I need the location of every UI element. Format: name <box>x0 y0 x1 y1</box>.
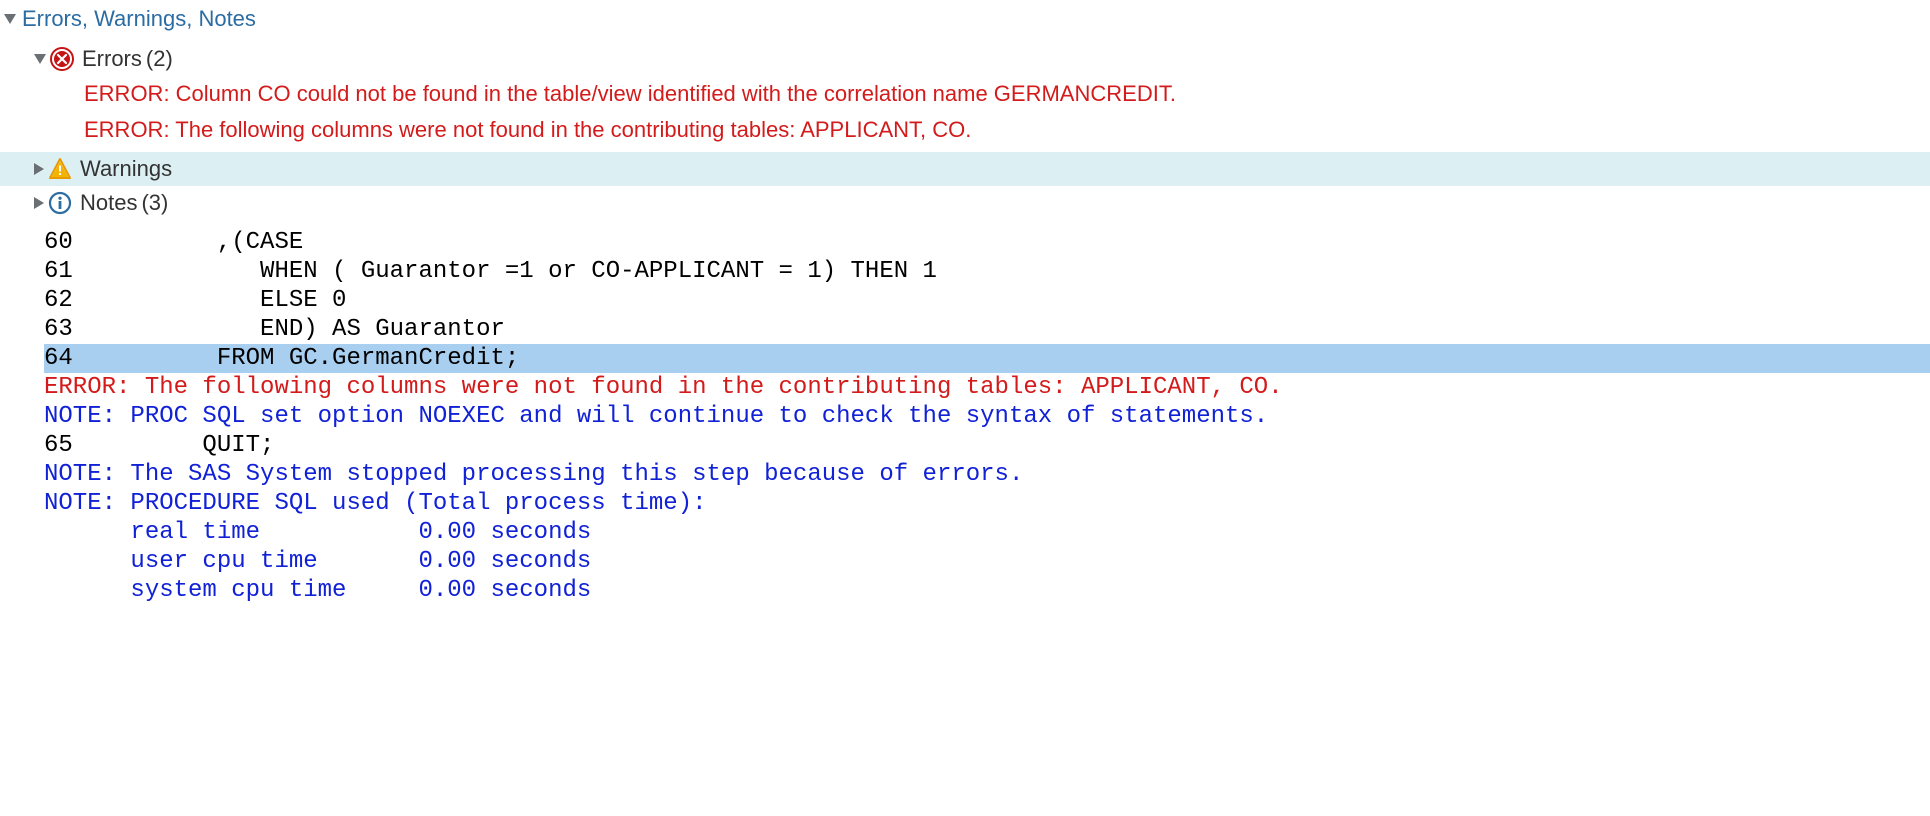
header-row[interactable]: Errors, Warnings, Notes <box>0 2 1930 36</box>
log-body[interactable]: 60 ,(CASE61 WHEN ( Guarantor =1 or CO-AP… <box>0 220 1930 605</box>
log-line: NOTE: PROCEDURE SQL used (Total process … <box>44 489 1930 518</box>
error-message[interactable]: ERROR: Column CO could not be found in t… <box>0 76 1930 112</box>
errors-section-header[interactable]: Errors (2) <box>0 42 1930 76</box>
log-line: user cpu time 0.00 seconds <box>44 547 1930 576</box>
expand-icon[interactable] <box>34 163 44 175</box>
warnings-section-header[interactable]: Warnings <box>0 152 1930 186</box>
collapse-icon[interactable] <box>4 14 16 24</box>
errors-label: Errors <box>80 42 142 76</box>
log-line: 64 FROM GC.GermanCredit; <box>44 344 1930 373</box>
log-line: 65 QUIT; <box>44 431 1930 460</box>
panel-title: Errors, Warnings, Notes <box>16 2 256 36</box>
notes-label: Notes <box>78 186 137 220</box>
log-line: NOTE: The SAS System stopped processing … <box>44 460 1930 489</box>
warnings-label: Warnings <box>78 152 172 186</box>
log-summary-panel: Errors, Warnings, Notes Errors (2) ERROR… <box>0 0 1930 816</box>
log-line: 60 ,(CASE <box>44 228 1930 257</box>
error-icon <box>50 47 74 71</box>
log-line: system cpu time 0.00 seconds <box>44 576 1930 605</box>
error-message[interactable]: ERROR: The following columns were not fo… <box>0 112 1930 148</box>
log-line: 63 END) AS Guarantor <box>44 315 1930 344</box>
log-line: 61 WHEN ( Guarantor =1 or CO-APPLICANT =… <box>44 257 1930 286</box>
log-line: 62 ELSE 0 <box>44 286 1930 315</box>
errors-count: (2) <box>142 42 173 76</box>
collapse-icon[interactable] <box>34 54 46 64</box>
log-line: NOTE: PROC SQL set option NOEXEC and wil… <box>44 402 1930 431</box>
log-line: ERROR: The following columns were not fo… <box>44 373 1930 402</box>
warning-icon <box>48 157 72 181</box>
log-line: real time 0.00 seconds <box>44 518 1930 547</box>
info-icon <box>48 191 72 215</box>
notes-count: (3) <box>137 186 168 220</box>
expand-icon[interactable] <box>34 197 44 209</box>
notes-section-header[interactable]: Notes (3) <box>0 186 1930 220</box>
